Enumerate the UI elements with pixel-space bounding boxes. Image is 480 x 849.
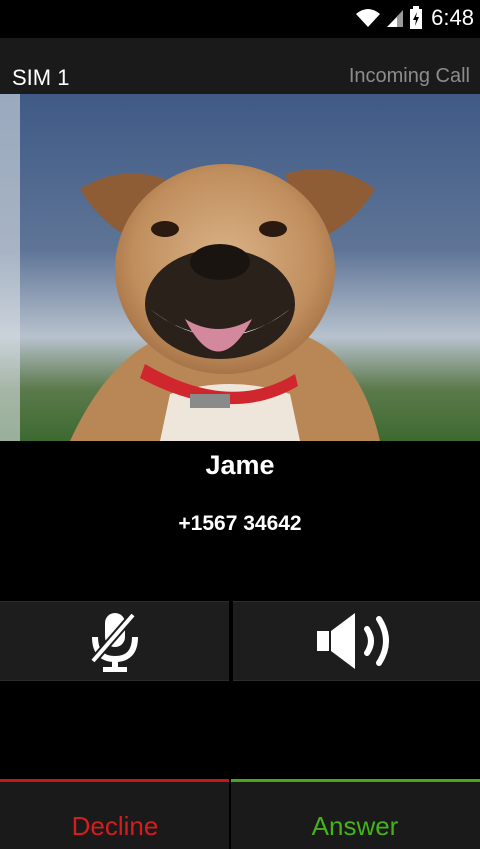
call-controls xyxy=(0,601,480,681)
caller-number: +1567 34642 xyxy=(178,512,302,535)
decline-button[interactable]: Decline xyxy=(0,779,230,849)
status-icons: 6:48 xyxy=(355,4,474,32)
action-divider xyxy=(229,779,231,849)
speaker-icon xyxy=(316,613,389,669)
speaker-button[interactable] xyxy=(233,601,480,681)
sim-label: SIM 1 xyxy=(12,65,70,90)
mute-button[interactable] xyxy=(0,601,229,681)
wifi-icon xyxy=(356,9,381,27)
decline-label: Decline xyxy=(71,811,159,841)
signal-icon xyxy=(387,10,404,27)
microphone-muted-icon xyxy=(89,612,138,672)
status-bar: 6:48 xyxy=(0,0,480,38)
call-action-bar: Decline Answer xyxy=(0,779,480,849)
answer-button[interactable]: Answer xyxy=(230,779,480,849)
call-state-label: Incoming Call xyxy=(348,65,470,87)
status-time: 6:48 xyxy=(431,5,474,30)
caller-photo xyxy=(0,94,480,441)
answer-label: Answer xyxy=(311,811,399,841)
caller-name: Jame xyxy=(205,450,275,480)
battery-icon xyxy=(410,6,423,29)
call-header: SIM 1 Incoming Call xyxy=(0,38,480,94)
